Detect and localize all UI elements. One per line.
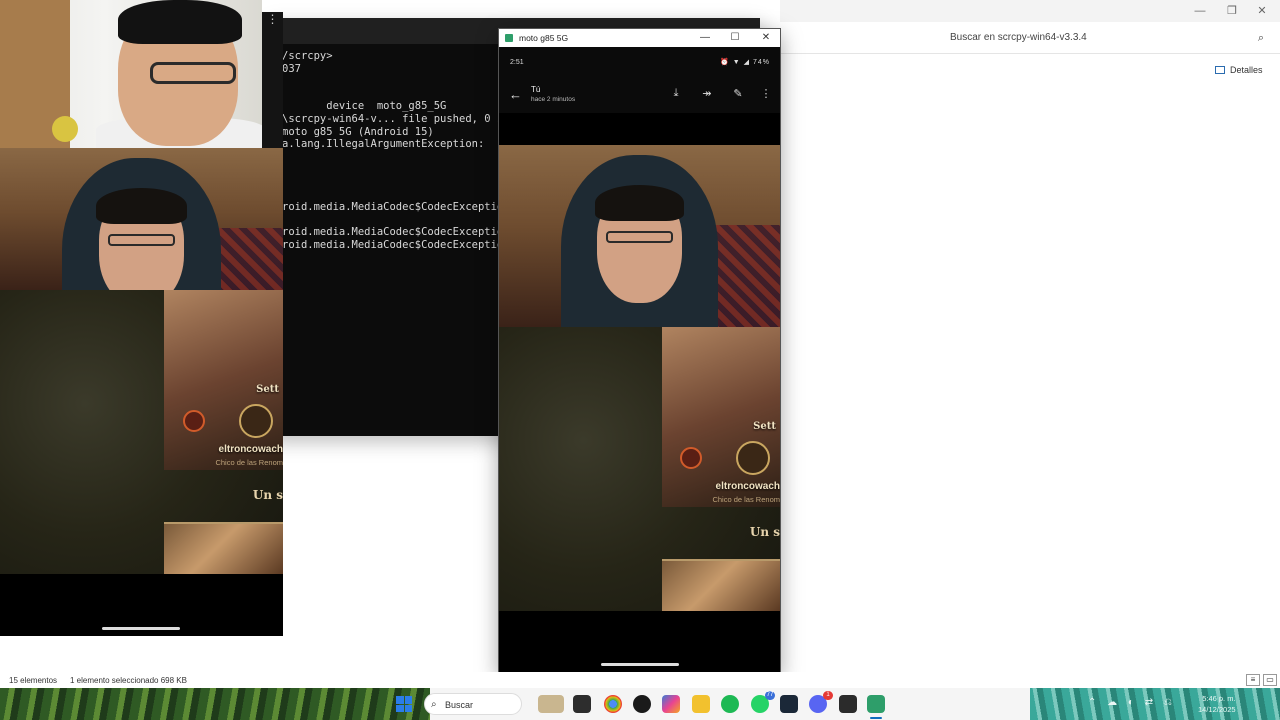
- game-splash: Sett eltroncowach Chico de las Renom Un …: [499, 327, 780, 611]
- wallpaper-left: [0, 688, 430, 720]
- champion-art: [164, 290, 283, 470]
- glasses-shape: [107, 234, 176, 246]
- hair-shape: [118, 0, 242, 44]
- tiles-view-icon[interactable]: ▭: [1263, 674, 1277, 686]
- gesture-nav-bar[interactable]: [601, 663, 679, 666]
- item-count: 15 elementos: [9, 676, 58, 685]
- scrcpy-minimize-button[interactable]: —: [695, 29, 715, 47]
- github-icon[interactable]: [633, 695, 651, 713]
- taskbar-search-label: Buscar: [445, 700, 474, 710]
- taskbar-clock[interactable]: 5:46 p. m. 14/12/2025: [1198, 693, 1236, 715]
- explorer-titlebar: — ❐ ✕: [780, 0, 1280, 22]
- forward-icon[interactable]: ↠: [700, 87, 714, 100]
- webcam-overlay: [0, 0, 262, 148]
- battery-level: 74%: [752, 59, 770, 66]
- file-explorer-icon[interactable]: [692, 695, 710, 713]
- mastery-emblem-icon: [736, 441, 770, 475]
- champion-name: Sett: [753, 421, 776, 432]
- whatsapp-icon[interactable]: 77: [751, 691, 775, 713]
- minimize-button[interactable]: —: [1185, 3, 1215, 19]
- partial-caption: Un s: [252, 488, 283, 502]
- champion-art: [661, 327, 780, 507]
- clock-time: 5:46 p. m.: [1202, 694, 1236, 703]
- taskbar-search[interactable]: ⌕ Buscar: [424, 693, 522, 715]
- mirrored-phone-panel: Sett eltroncowach Chico de las Renom Un …: [0, 148, 283, 636]
- edit-icon[interactable]: ✎: [731, 87, 745, 100]
- hair-shape: [594, 185, 685, 221]
- details-button[interactable]: Detalles: [1215, 62, 1263, 78]
- champion-banner: [661, 559, 780, 611]
- whatsapp-badge: 77: [765, 691, 775, 700]
- mirrored-media-image: Sett eltroncowach Chico de las Renom Un …: [0, 148, 283, 574]
- scrcpy-maximize-button[interactable]: ☐: [725, 29, 745, 47]
- search-icon: ⌕: [1257, 32, 1264, 44]
- chrome-icon[interactable]: [604, 695, 622, 713]
- player-name: eltroncowach: [715, 481, 780, 492]
- champion-banner: [164, 522, 283, 574]
- camera-frame: [499, 145, 780, 327]
- player-title: Chico de las Renom: [215, 458, 283, 467]
- media-viewer-appbar: ← Tú hace 2 minutos ⤓ ↠ ✎ ⋮: [499, 79, 780, 113]
- terminal-icon[interactable]: [839, 695, 857, 713]
- details-pane-icon: [1215, 66, 1225, 74]
- scrcpy-titlebar[interactable]: moto g85 5G — ☐ ✕: [499, 29, 780, 47]
- player-name: eltroncowach: [218, 444, 283, 455]
- champion-name: Sett: [256, 384, 279, 395]
- game-splash: Sett eltroncowach Chico de las Renom Un …: [0, 290, 283, 574]
- explorer-divider: [780, 53, 1280, 54]
- scrcpy-window[interactable]: moto g85 5G — ☐ ✕ 2:51 ⏰ ▼ ◢ 74% ← Tú ha…: [498, 28, 781, 673]
- overlay-more-vert-icon[interactable]: ⋮: [262, 12, 283, 148]
- scrcpy-app-icon: [505, 34, 513, 42]
- explorer-search-input[interactable]: Buscar en scrcpy-win64-v3.3.4 ⌕: [940, 28, 1270, 48]
- search-placeholder: Buscar en scrcpy-win64-v3.3.4: [950, 32, 1087, 43]
- glasses-shape: [150, 62, 236, 84]
- player-title: Chico de las Renom: [712, 495, 780, 504]
- task-view-icon[interactable]: [573, 695, 591, 713]
- sent-time: hace 2 minutos: [531, 96, 576, 103]
- plush-toy: [52, 116, 78, 142]
- mastery-emblem-icon: [239, 404, 273, 438]
- discord-badge: 1: [823, 691, 833, 700]
- start-icon[interactable]: [396, 696, 412, 712]
- clock-date: 14/12/2025: [1198, 705, 1236, 714]
- gesture-nav-bar: [102, 627, 180, 630]
- camera-frame: [0, 148, 283, 290]
- phone-clock: 2:51: [510, 59, 524, 66]
- phone-status-bar: 2:51 ⏰ ▼ ◢ 74%: [499, 47, 780, 79]
- download-icon[interactable]: ⤓: [669, 87, 683, 100]
- hair-shape: [96, 188, 187, 224]
- details-label: Detalles: [1230, 65, 1263, 75]
- scrcpy-close-button[interactable]: ✕: [756, 29, 776, 47]
- explorer-status-bar: 15 elementos 1 elemento seleccionado 698…: [0, 672, 1280, 688]
- maximize-button[interactable]: ❐: [1217, 3, 1247, 19]
- widgets-icon[interactable]: [538, 695, 564, 713]
- taskbar: ⌕ Buscar 77 1 ⌃ ☁ ◐ ⇄ ⎌ 5:46 p. m. 14/12…: [0, 688, 1280, 720]
- scrcpy-window-title: moto g85 5G: [519, 33, 569, 43]
- terminal-output[interactable]: /scrcpy> 037 device moto_g85_5G \scrcpy-…: [282, 50, 498, 252]
- sender-name: Tú: [531, 85, 541, 94]
- partial-caption: Un s: [749, 525, 780, 539]
- search-icon: ⌕: [431, 699, 437, 710]
- spotify-icon[interactable]: [721, 695, 739, 713]
- rank-emblem-icon: [183, 410, 205, 432]
- glasses-shape: [605, 231, 674, 243]
- system-tray[interactable]: ⌃ ☁ ◐ ⇄ ⎌: [1088, 697, 1176, 708]
- back-arrow-icon[interactable]: ←: [509, 87, 522, 102]
- details-view-icon[interactable]: ≡: [1246, 674, 1260, 686]
- copilot-icon[interactable]: [662, 695, 680, 713]
- selection-info: 1 elemento seleccionado 698 KB: [70, 676, 187, 685]
- status-icons: ⏰ ▼ ◢ 74%: [720, 59, 770, 66]
- shared-media-image[interactable]: Sett eltroncowach Chico de las Renom Un …: [499, 145, 780, 611]
- discord-icon[interactable]: 1: [809, 691, 833, 713]
- more-vert-icon[interactable]: ⋮: [759, 87, 773, 100]
- active-app-indicator: [870, 717, 882, 719]
- close-button[interactable]: ✕: [1247, 3, 1277, 19]
- rank-emblem-icon: [680, 447, 702, 469]
- steam-icon[interactable]: [780, 695, 798, 713]
- scrcpy-taskbar-icon[interactable]: [867, 695, 885, 713]
